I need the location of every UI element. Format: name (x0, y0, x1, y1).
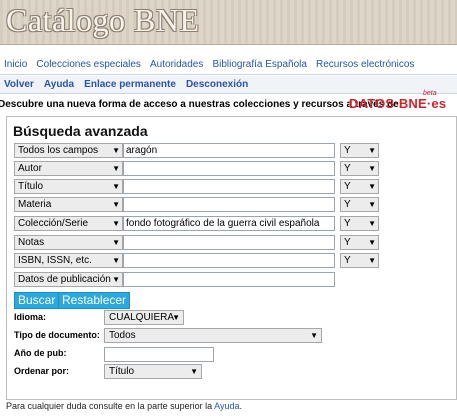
field-select-5[interactable]: Colección/Serie ▼ (14, 216, 123, 231)
search-input-3[interactable] (123, 179, 335, 194)
operator-select-6[interactable]: Y ▼ (340, 235, 379, 250)
field-select-2[interactable]: Autor ▼ (14, 161, 123, 176)
field-select-label: Colección/Serie (18, 218, 89, 229)
beta-badge: beta (423, 90, 437, 97)
nav-enlace-permanente[interactable]: Enlace permanente (84, 79, 176, 90)
operator-select-1[interactable]: Y ▼ (340, 143, 379, 158)
search-input-5[interactable]: fondo fotográfico de la guerra civil esp… (123, 216, 335, 231)
operator-label: Y (344, 218, 351, 229)
ordenar-value: Título (109, 366, 135, 377)
operator-label: Y (344, 145, 351, 156)
tipo-documento-value: Todos (109, 330, 136, 341)
nav-bibliografia-espanola[interactable]: Bibliografía Española (212, 59, 307, 70)
idioma-select[interactable]: CUALQUIERA ▼ (104, 310, 184, 325)
field-select-6[interactable]: Notas ▼ (14, 235, 123, 250)
nav-ayuda[interactable]: Ayuda (44, 79, 74, 90)
operator-select-5[interactable]: Y ▼ (340, 216, 379, 231)
ordenar-label: Ordenar por: (14, 366, 70, 376)
operator-select-4[interactable]: Y ▼ (340, 197, 379, 212)
chevron-down-icon: ▼ (368, 200, 376, 209)
nav-recursos-electronicos[interactable]: Recursos electrónicos (316, 59, 414, 70)
chevron-down-icon: ▼ (310, 331, 318, 340)
anio-pub-label: Año de pub: (14, 348, 67, 358)
site-logo: Catálogo BNE (6, 2, 200, 38)
field-select-3[interactable]: Título ▼ (14, 179, 123, 194)
chevron-down-icon: ▼ (112, 164, 120, 173)
operator-select-3[interactable]: Y ▼ (340, 179, 379, 194)
chevron-down-icon: ▼ (368, 146, 376, 155)
operator-select-7[interactable]: Y ▼ (340, 253, 379, 268)
operator-label: Y (344, 199, 351, 210)
chevron-down-icon: ▼ (368, 238, 376, 247)
idioma-value: CUALQUIERA (109, 312, 175, 323)
search-input-2[interactable] (123, 161, 335, 176)
field-select-label: Título (18, 181, 44, 192)
chevron-down-icon: ▼ (112, 238, 120, 247)
search-button[interactable]: Buscar (14, 292, 60, 309)
nav-autoridades[interactable]: Autoridades (150, 59, 203, 70)
footer-text: Para cualquier duda consulte en la parte… (6, 401, 215, 411)
operator-label: Y (344, 163, 351, 174)
tipo-documento-label: Tipo de documento: (14, 330, 100, 340)
promo-text: Descubre una nueva forma de acceso a nue… (0, 99, 399, 110)
panel-title: Búsqueda avanzada (13, 123, 148, 139)
chevron-down-icon: ▼ (112, 200, 120, 209)
primary-nav: Inicio Colecciones especiales Autoridade… (0, 52, 457, 75)
advanced-search-panel: Búsqueda avanzada Todos los campos ▼ arag… (6, 116, 457, 400)
chevron-down-icon: ▼ (112, 219, 120, 228)
idioma-label: Idioma: (14, 312, 47, 322)
field-select-label: Notas (18, 237, 45, 248)
field-select-label: ISBN, ISSN, etc. (18, 255, 92, 266)
header-banner: Catálogo BNE (0, 0, 457, 45)
operator-label: Y (344, 181, 351, 192)
search-input-6[interactable] (123, 235, 335, 250)
chevron-down-icon: ▼ (368, 219, 376, 228)
field-select-label: Materia (18, 199, 52, 210)
field-select-7[interactable]: ISBN, ISSN, etc. ▼ (14, 253, 123, 268)
tipo-documento-select[interactable]: Todos ▼ (104, 328, 322, 343)
field-select-label: Todos los campos (18, 145, 99, 156)
chevron-down-icon: ▼ (368, 164, 376, 173)
field-select-label: Datos de publicación (18, 274, 111, 285)
secondary-nav: Volver Ayuda Enlace permanente Desconexi… (0, 76, 457, 94)
nav-volver[interactable]: Volver (4, 79, 34, 90)
anio-pub-input[interactable] (104, 347, 214, 362)
chevron-down-icon: ▼ (368, 256, 376, 265)
chevron-down-icon: ▼ (112, 256, 120, 265)
chevron-down-icon: ▼ (112, 146, 120, 155)
chevron-down-icon: ▼ (112, 182, 120, 191)
chevron-down-icon: ▼ (172, 313, 180, 322)
field-select-label: Autor (18, 163, 42, 174)
operator-label: Y (344, 255, 351, 266)
nav-inicio[interactable]: Inicio (4, 59, 27, 70)
chevron-down-icon: ▼ (368, 182, 376, 191)
search-input-8[interactable] (123, 272, 335, 287)
field-select-1[interactable]: Todos los campos ▼ (14, 143, 123, 158)
footer-help: Para cualquier duda consulte en la parte… (6, 401, 242, 411)
datos-bne-logo[interactable]: DATOS·BNE·es (349, 96, 446, 111)
ordenar-select[interactable]: Título ▼ (104, 364, 202, 379)
footer-help-link[interactable]: Ayuda (214, 401, 239, 411)
operator-label: Y (344, 237, 351, 248)
nav-colecciones-especiales[interactable]: Colecciones especiales (36, 59, 141, 70)
footer-end: . (239, 401, 243, 411)
field-select-4[interactable]: Materia ▼ (14, 197, 123, 212)
chevron-down-icon: ▼ (190, 367, 198, 376)
operator-select-2[interactable]: Y ▼ (340, 161, 379, 176)
promo-bar: Descubre una nueva forma de acceso a nue… (0, 90, 457, 113)
search-input-7[interactable] (123, 253, 335, 268)
search-input-4[interactable] (123, 197, 335, 212)
search-input-1[interactable]: aragón (123, 143, 335, 158)
chevron-down-icon: ▼ (112, 275, 120, 284)
nav-desconexion[interactable]: Desconexión (186, 79, 248, 90)
reset-button[interactable]: Restablecer (58, 292, 131, 309)
field-select-8[interactable]: Datos de publicación ▼ (14, 272, 123, 287)
